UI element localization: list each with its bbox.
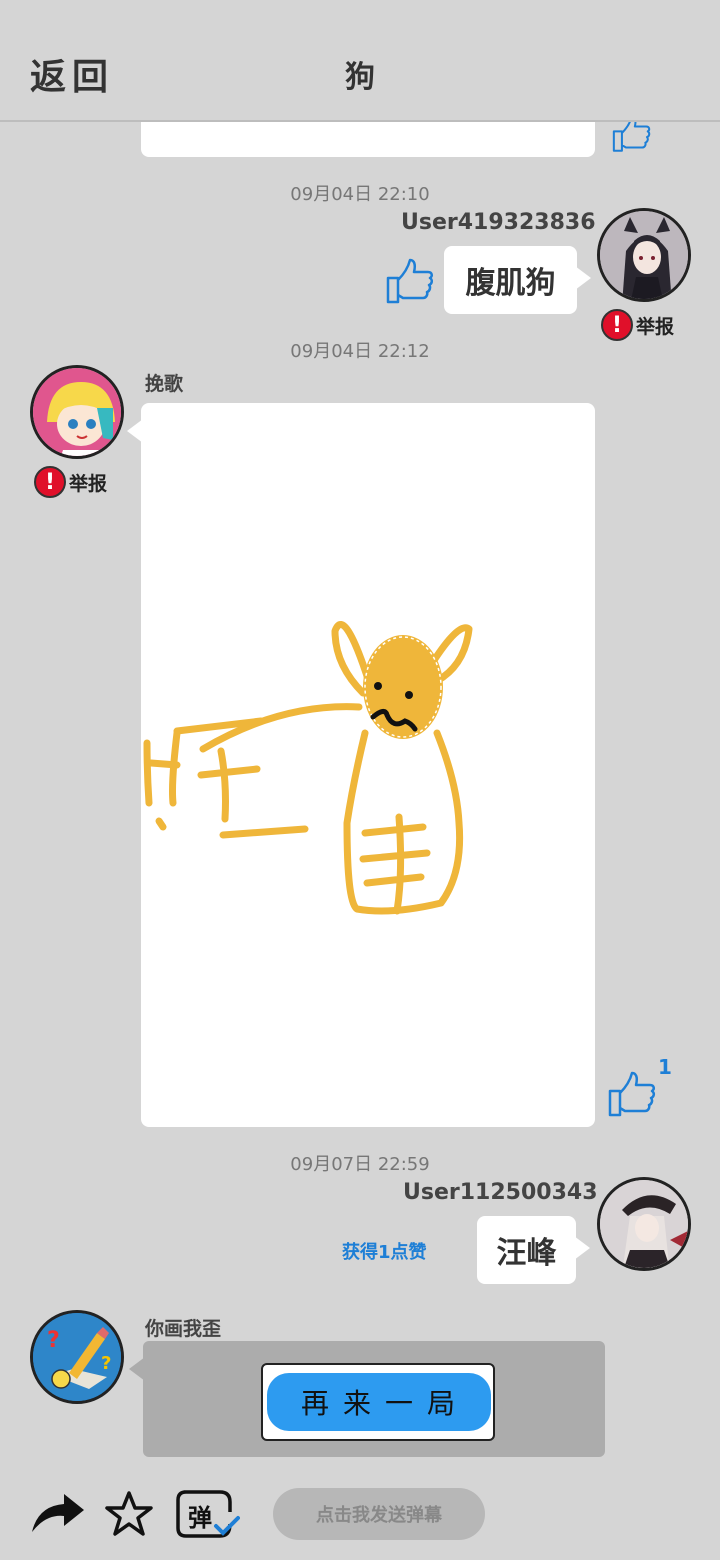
avatar[interactable]: ? ? (30, 1310, 124, 1404)
message-bubble: 汪峰 (477, 1216, 590, 1284)
danmaku-icon[interactable]: 弹 (176, 1488, 240, 1540)
avatar[interactable] (597, 1177, 691, 1271)
message-timestamp: 09月04日 22:12 (290, 341, 430, 362)
game-message-bubble: 再来一局 (129, 1341, 605, 1457)
avatar[interactable] (597, 208, 691, 302)
avatar-image (600, 1180, 688, 1268)
report-icon: ! (34, 466, 66, 498)
avatar-image: ? ? (33, 1313, 121, 1401)
drawing-canvas (143, 621, 473, 915)
report-label: 举报 (69, 472, 108, 495)
page-title: 狗 (345, 60, 375, 95)
likes-received-label: 获得1点赞 (342, 1242, 427, 1263)
message-username: User419323836 (401, 210, 596, 235)
message-timestamp: 09月07日 22:59 (290, 1154, 430, 1175)
play-again-button[interactable]: 再来一局 (261, 1363, 495, 1441)
bottom-toolbar: 弹 点击我发送弹幕 (0, 1470, 720, 1560)
avatar-image (33, 368, 121, 456)
avatar-image (600, 211, 688, 299)
play-again-label: 再来一局 (300, 1387, 469, 1420)
share-icon[interactable] (30, 1492, 86, 1536)
message-username: 你画我歪 (145, 1318, 222, 1340)
danmaku-icon-label: 弹 (188, 1504, 212, 1532)
message-username: 挽歌 (145, 373, 184, 395)
report-button[interactable]: ! 举报 (34, 466, 107, 498)
message-username: User112500343 (403, 1180, 598, 1205)
star-icon[interactable] (104, 1490, 154, 1538)
message-text: 汪峰 (496, 1236, 557, 1271)
avatar[interactable] (30, 365, 124, 459)
like-count: 1 (658, 1055, 672, 1079)
thumbs-up-icon[interactable] (382, 252, 434, 308)
danmaku-input[interactable]: 点击我发送弹幕 (273, 1488, 485, 1540)
drawing-bubble[interactable] (127, 403, 595, 1127)
svg-text:?: ? (47, 1328, 60, 1353)
thumbs-up-icon[interactable] (604, 1066, 656, 1120)
top-bar: 返回 狗 (0, 0, 720, 122)
message-timestamp: 09月04日 22:10 (290, 184, 430, 205)
message-text: 腹肌狗 (465, 266, 556, 301)
svg-text:?: ? (101, 1353, 111, 1374)
message-bubble: 腹肌狗 (444, 246, 591, 314)
report-label: 举报 (636, 315, 675, 338)
